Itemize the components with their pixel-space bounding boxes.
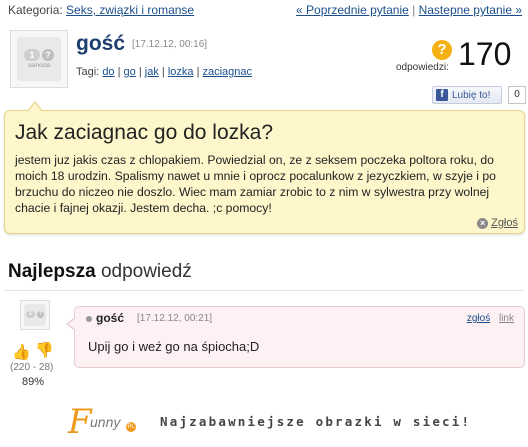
top-bar: Kategoria: Seks, związki i romanse « Pop… (8, 3, 522, 17)
question-badge-icon: ? (432, 40, 452, 60)
report-answer-link[interactable]: zgłoś (467, 313, 490, 324)
best-answer-heading-light: odpowiedź (100, 261, 192, 282)
logo-dot: PL (126, 422, 136, 432)
answer-actions: zgłoś link (467, 313, 514, 324)
vote-tally: (220 - 28) (10, 362, 54, 373)
tag-link[interactable]: do (102, 66, 114, 78)
answer-body: Upij go i weź go na śpiocha;D (88, 339, 260, 354)
tag-link[interactable]: go (124, 66, 136, 78)
question-date: [17.12.12, 00:16] (132, 39, 208, 50)
question-author-avatar[interactable]: 1? samosia (10, 30, 68, 88)
divider (4, 290, 524, 291)
logo-text: unny (90, 414, 121, 430)
next-question-link[interactable]: Nastepne pytanie » (419, 3, 522, 17)
tag-link[interactable]: lozka (168, 66, 194, 78)
logo-f: F (68, 402, 92, 442)
answer-author-avatar[interactable]: 1? (20, 300, 50, 330)
report-question[interactable]: × Zgłoś (477, 217, 518, 229)
answer-permalink[interactable]: link (499, 313, 514, 324)
question-box: Jak zaciagnac go do lozka? jestem juz ja… (4, 101, 525, 234)
avatar-placeholder-icon: 1? samosia (16, 36, 62, 82)
best-answer-heading: Najlepsza odpowiedź (8, 261, 192, 283)
prev-question-link[interactable]: « Poprzednie pytanie (296, 3, 409, 17)
funny-logo[interactable]: F unny PL (68, 402, 148, 442)
answer-box: gość [17.12.12, 00:21] zgłoś link Upij g… (66, 306, 525, 368)
tags-label: Tagi: (76, 66, 100, 78)
vote-percent: 89% (22, 376, 45, 388)
category-link[interactable]: Seks, związki i romanse (66, 3, 194, 17)
best-answer-heading-bold: Najlepsza (8, 261, 96, 282)
question-body: jestem juz jakis czas z chlopakiem. Powi… (15, 153, 496, 215)
answers-count: 170 (458, 36, 512, 72)
like-label: Lubię to! (452, 89, 491, 101)
question-tags: Tagi: do | go | jak | lozka | zaciagnac (76, 66, 253, 78)
question-author[interactable]: gość (76, 32, 125, 56)
thumbs-up-icon[interactable]: 👍 (12, 343, 31, 361)
nav-separator: | (412, 3, 416, 17)
avatar-brand: samosia (27, 62, 51, 69)
close-circle-icon: × (477, 217, 489, 229)
question-title: Jak zaciagnac go do lozka? (15, 121, 273, 144)
avatar-placeholder-icon: 1? (23, 303, 47, 327)
answer-date: [17.12.12, 00:21] (137, 313, 213, 324)
answers-label: odpowiedzi: (396, 62, 449, 73)
report-question-link[interactable]: Zgłoś (491, 217, 518, 229)
category-label: Kategoria: (8, 3, 63, 17)
tag-link[interactable]: jak (145, 66, 159, 78)
tag-link[interactable]: zaciagnac (203, 66, 253, 78)
answer-author[interactable]: gość (96, 311, 124, 325)
facebook-icon: f (436, 89, 448, 101)
bullet-icon (86, 316, 92, 322)
like-count: 0 (508, 86, 526, 104)
thumbs-down-icon[interactable]: 👎 (35, 341, 54, 359)
facebook-like-button[interactable]: f Lubię to! (432, 86, 502, 104)
question-nav: « Poprzednie pytanie | Nastepne pytanie … (296, 3, 522, 17)
footer-tagline: Najzabawniejsze obrazki w sieci! (160, 414, 472, 429)
